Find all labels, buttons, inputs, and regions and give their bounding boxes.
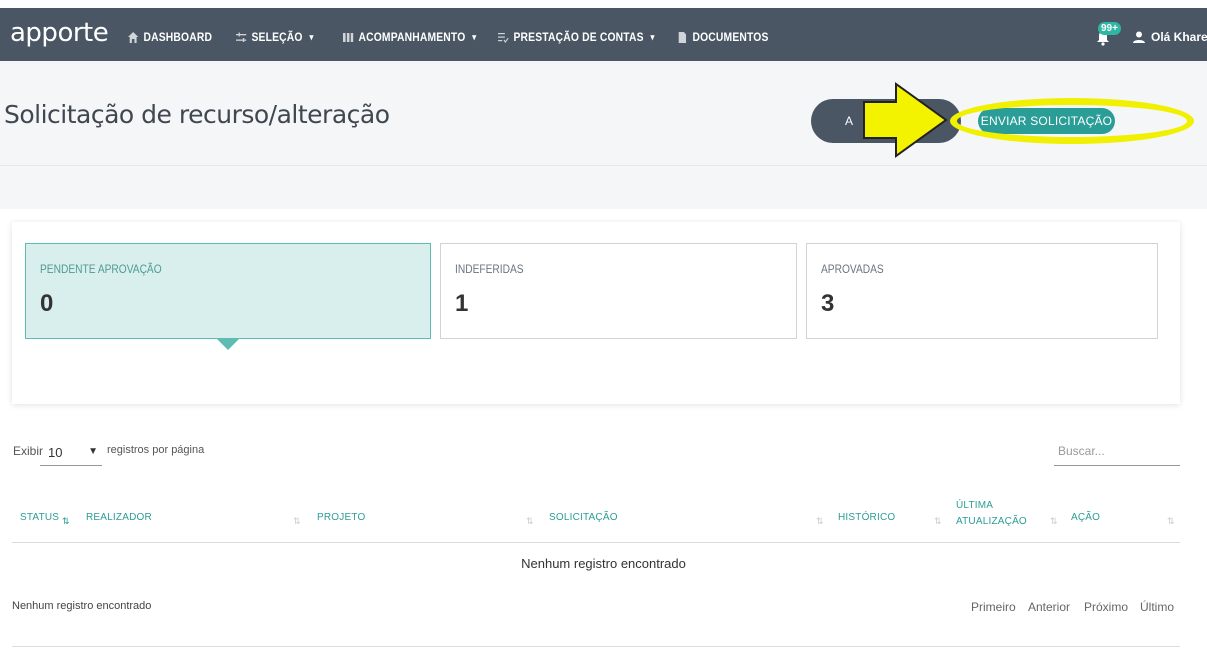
col-ultima-line1: ÚLTIMA	[956, 500, 994, 511]
page-size-select[interactable]: 10 ▼	[40, 440, 102, 466]
sliders-icon	[236, 32, 247, 42]
table-header-divider	[12, 542, 1180, 543]
chevron-down-icon: ▾	[472, 31, 477, 42]
col-ultima-atualizacao[interactable]: ÚLTIMA ATUALIZAÇÃO	[956, 500, 1027, 528]
stat-label: PENDENTE APROVAÇÃO	[40, 262, 162, 276]
sort-icon[interactable]: ⇅	[1050, 516, 1058, 527]
chevron-down-icon: ▾	[650, 31, 655, 42]
nav-prestacao-label: PRESTAÇÃO DE CONTAS	[513, 30, 644, 44]
page-size-value: 10	[48, 445, 63, 460]
stat-label: INDEFERIDAS	[455, 262, 524, 276]
columns-icon	[343, 32, 354, 42]
col-realizador[interactable]: REALIZADOR	[86, 512, 152, 524]
pagination-first[interactable]: Primeiro	[971, 600, 1016, 614]
stat-card-rejected[interactable]: INDEFERIDAS 1	[440, 243, 797, 339]
col-ultima-line2: ATUALIZAÇÃO	[956, 516, 1027, 527]
stat-value: 1	[455, 290, 469, 317]
pagination-previous[interactable]: Anterior	[1028, 600, 1070, 614]
document-icon	[678, 31, 687, 43]
per-page-label: registros por página	[107, 444, 205, 456]
stat-card-pending[interactable]: PENDENTE APROVAÇÃO 0	[25, 243, 431, 339]
notification-badge: 99+	[1098, 22, 1121, 35]
nav-selecao[interactable]: SELEÇÃO ▾	[236, 30, 314, 44]
user-menu[interactable]: Olá Khare	[1133, 30, 1207, 44]
nav-selecao-label: SELEÇÃO	[251, 30, 303, 44]
annotation-arrow-icon	[863, 82, 948, 158]
nav-documentos-label: DOCUMENTOS	[692, 30, 769, 44]
sort-asc-icon[interactable]: ⇅	[62, 516, 70, 527]
col-historico[interactable]: HISTÓRICO	[838, 512, 895, 524]
search-input[interactable]: Buscar...	[1054, 440, 1180, 466]
app-logo[interactable]: apporte	[10, 18, 109, 48]
nav-dashboard[interactable]: DASHBOARD	[128, 30, 212, 44]
nav-dashboard-label: DASHBOARD	[143, 30, 213, 44]
top-navbar: apporte DASHBOARD SELEÇÃO ▾ ACOMPANHAMEN…	[0, 8, 1207, 61]
chevron-down-icon: ▼	[88, 446, 98, 457]
stat-value: 3	[821, 290, 835, 317]
stat-label: APROVADAS	[821, 262, 884, 276]
pagination-next[interactable]: Próximo	[1084, 600, 1128, 614]
sort-icon[interactable]: ⇅	[1167, 516, 1175, 527]
stat-card-approved[interactable]: APROVADAS 3	[806, 243, 1158, 339]
empty-table-message: Nenhum registro encontrado	[521, 556, 686, 571]
list-check-icon	[498, 32, 509, 43]
col-acao[interactable]: AÇÃO	[1071, 512, 1100, 524]
home-icon	[128, 31, 139, 43]
stat-value: 0	[40, 290, 54, 317]
pagination-last[interactable]: Último	[1140, 600, 1174, 614]
col-solicitacao[interactable]: SOLICITAÇÃO	[549, 512, 618, 524]
user-icon	[1133, 31, 1145, 43]
table-info: Nenhum registro encontrado	[12, 600, 152, 612]
nav-acompanhamento[interactable]: ACOMPANHAMENTO ▾	[343, 30, 476, 44]
bottom-divider	[12, 646, 1180, 647]
sort-icon[interactable]: ⇅	[526, 516, 534, 527]
nav-acompanhamento-label: ACOMPANHAMENTO	[358, 30, 466, 44]
sort-icon[interactable]: ⇅	[816, 516, 824, 527]
active-card-pointer	[217, 339, 239, 350]
nav-prestacao-de-contas[interactable]: PRESTAÇÃO DE CONTAS ▾	[498, 30, 655, 44]
show-entries-label: Exibir	[13, 444, 44, 458]
sort-icon[interactable]: ⇅	[934, 516, 942, 527]
col-status[interactable]: STATUS	[20, 512, 59, 524]
chevron-down-icon: ▾	[309, 31, 314, 42]
header-divider	[0, 165, 1207, 166]
col-projeto[interactable]: PROJETO	[317, 512, 365, 524]
sort-icon[interactable]: ⇅	[293, 516, 301, 527]
annotation-highlight-ellipse	[950, 98, 1194, 144]
page-title: Solicitação de recurso/alteração	[4, 100, 390, 129]
user-greeting: Olá Khare	[1151, 30, 1207, 44]
nav-documentos[interactable]: DOCUMENTOS	[677, 30, 769, 44]
